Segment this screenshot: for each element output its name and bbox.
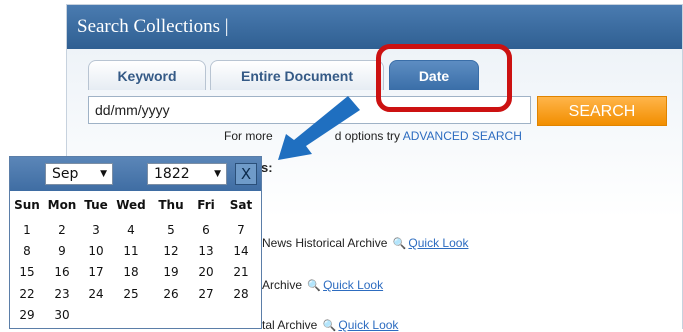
month-select[interactable]: Sep ▼ <box>45 163 113 185</box>
panel-title: Search Collections | <box>67 5 682 49</box>
search-button[interactable]: SEARCH <box>537 96 667 126</box>
tab-keyword[interactable]: Keyword <box>88 60 206 90</box>
chevron-down-icon: ▼ <box>214 169 221 179</box>
magnifier-icon: 🔍 <box>307 280 322 292</box>
result-item: News Historical Archive 🔍 Quick Look <box>262 236 468 250</box>
magnifier-icon: 🔍 <box>322 320 337 332</box>
quick-look-link[interactable]: Quick Look <box>323 278 383 292</box>
advanced-search-link[interactable]: ADVANCED SEARCH <box>403 129 522 143</box>
weekday-label: Tue <box>84 198 108 212</box>
calendar-day[interactable]: 22 <box>12 287 42 301</box>
calendar-day[interactable]: 26 <box>155 287 187 301</box>
more-options-text: For more d options try ADVANCED SEARCH <box>224 129 522 143</box>
pointer-arrow-icon <box>278 96 360 160</box>
calendar-day[interactable]: 27 <box>191 287 221 301</box>
calendar-day[interactable]: 4 <box>114 223 148 237</box>
result-text: News Historical Archive <box>262 236 388 250</box>
calendar-day[interactable]: 17 <box>80 265 112 279</box>
chevron-down-icon: ▼ <box>100 169 107 179</box>
calendar-day[interactable]: 11 <box>114 244 148 258</box>
year-value: 1822 <box>154 166 190 182</box>
calendar-day[interactable]: 13 <box>191 244 221 258</box>
date-tab-highlight <box>376 44 512 112</box>
weekday-label: Sat <box>229 198 253 212</box>
result-item: Archive 🔍 Quick Look <box>262 278 383 292</box>
tab-entire-document[interactable]: Entire Document <box>210 60 384 90</box>
calendar-day[interactable]: 28 <box>224 287 258 301</box>
weekday-label: Fri <box>197 198 215 212</box>
calendar-day[interactable]: 29 <box>12 308 42 322</box>
result-item: tal Archive 🔍 Quick Look <box>262 318 398 332</box>
calendar-day[interactable]: 14 <box>224 244 258 258</box>
magnifier-icon: 🔍 <box>392 238 407 250</box>
calendar-day[interactable]: 1 <box>12 223 42 237</box>
calendar-day[interactable]: 18 <box>114 265 148 279</box>
close-calendar-button[interactable]: X <box>235 163 257 185</box>
calendar-day[interactable]: 12 <box>155 244 187 258</box>
calendar-day[interactable]: 9 <box>45 244 79 258</box>
result-text: tal Archive <box>262 318 318 332</box>
calendar-day[interactable]: 19 <box>155 265 187 279</box>
calendar-day[interactable]: 25 <box>114 287 148 301</box>
year-select[interactable]: 1822 ▼ <box>147 163 227 185</box>
calendar-day[interactable]: 5 <box>155 223 187 237</box>
calendar-day[interactable]: 7 <box>224 223 258 237</box>
result-text: Archive <box>262 278 303 292</box>
calendar-day[interactable]: 16 <box>45 265 79 279</box>
calendar-day[interactable]: 10 <box>80 244 112 258</box>
weekday-label: Thu <box>158 198 184 212</box>
calendar-day[interactable]: 30 <box>45 308 79 322</box>
calendar-day[interactable]: 23 <box>45 287 79 301</box>
calendar-day[interactable]: 2 <box>45 223 79 237</box>
weekday-label: Mon <box>47 198 77 212</box>
more-options-prefix: For more <box>224 129 273 143</box>
calendar-day[interactable]: 6 <box>191 223 221 237</box>
calendar-day[interactable]: 3 <box>80 223 112 237</box>
calendar-day[interactable]: 20 <box>191 265 221 279</box>
month-value: Sep <box>52 166 79 182</box>
calendar-day[interactable]: 8 <box>12 244 42 258</box>
weekday-label: Sun <box>14 198 40 212</box>
calendar-day[interactable]: 24 <box>80 287 112 301</box>
quick-look-link[interactable]: Quick Look <box>338 318 398 332</box>
calendar-header: Sep ▼ 1822 ▼ X <box>10 157 261 191</box>
date-picker-calendar: Sep ▼ 1822 ▼ X Sun Mon Tue Wed Thu Fri Sat 1 2 3 4… <box>9 156 262 329</box>
calendar-day[interactable]: 15 <box>12 265 42 279</box>
calendar-day[interactable]: 21 <box>224 265 258 279</box>
quick-look-link[interactable]: Quick Look <box>408 236 468 250</box>
weekday-label: Wed <box>116 198 146 212</box>
